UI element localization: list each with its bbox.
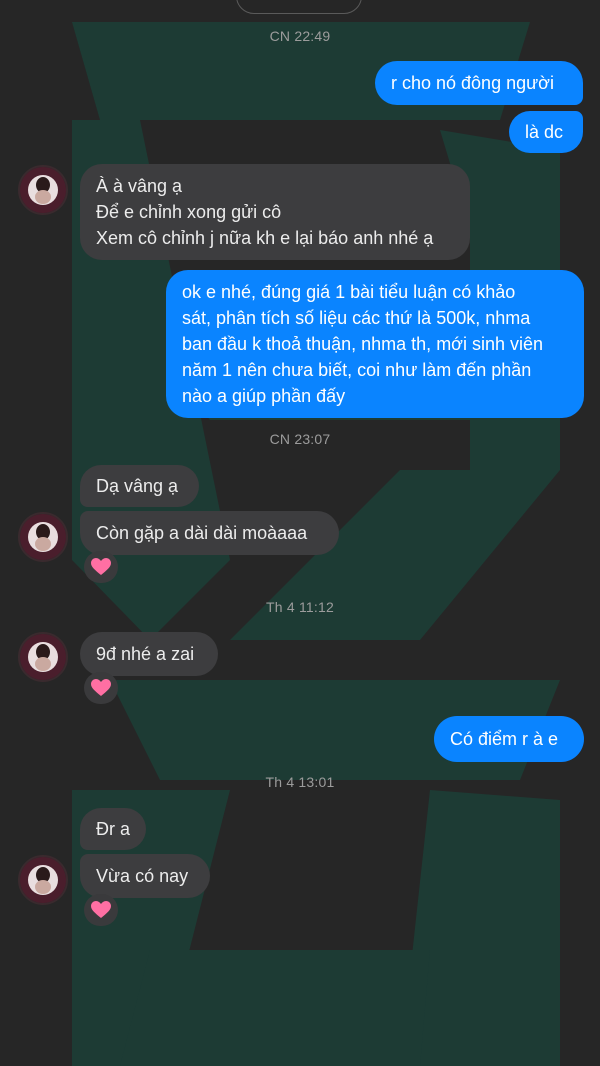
timestamp: Th 4 13:01	[265, 774, 335, 790]
outgoing-message[interactable]: Có điểm r à e	[434, 716, 584, 762]
message-text: r cho nó đông người	[391, 73, 554, 93]
message-text: 9đ nhé a zai	[96, 644, 195, 664]
message-text: Có điểm r à e	[450, 729, 559, 749]
contact-avatar[interactable]	[18, 632, 68, 682]
reaction-badge[interactable]	[84, 551, 118, 583]
incoming-message[interactable]: 9đ nhé a zai	[80, 632, 218, 676]
reaction-badge[interactable]	[84, 894, 118, 926]
heart-icon	[91, 558, 111, 575]
timestamp: CN 22:49	[269, 28, 331, 44]
outgoing-message[interactable]: r cho nó đông người	[375, 61, 583, 105]
message-text: ok e nhé, đúng giá 1 bài tiểu luận có kh…	[182, 282, 516, 302]
message-text: Để e chỉnh xong gửi cô	[96, 202, 282, 222]
message-text: Vừa có nay	[96, 866, 189, 886]
incoming-message[interactable]: Vừa có nay	[80, 854, 210, 898]
heart-icon	[91, 679, 111, 696]
contact-avatar[interactable]	[18, 165, 68, 215]
message-text: À à vâng ạ	[96, 176, 183, 196]
chat-thread[interactable]: CN 22:49 r cho nó đông người là dc À à v…	[0, 0, 600, 1066]
incoming-message[interactable]: À à vâng ạ Để e chỉnh xong gửi cô Xem cô…	[80, 164, 470, 260]
message-text: Xem cô chỉnh j nữa kh e lại báo anh nhé …	[96, 228, 434, 248]
outgoing-message[interactable]: ok e nhé, đúng giá 1 bài tiểu luận có kh…	[166, 270, 584, 418]
message-text: Đr a	[96, 819, 131, 839]
reaction-badge[interactable]	[84, 672, 118, 704]
heart-icon	[91, 901, 111, 918]
outgoing-message[interactable]: là dc	[509, 111, 583, 153]
message-text: năm 1 nên chưa biết, coi như làm đến phầ…	[182, 360, 532, 380]
message-text: Còn gặp a dài dài moàaaa	[96, 523, 308, 543]
load-earlier-pill[interactable]	[236, 0, 362, 14]
message-text: nào a giúp phần đấy	[182, 386, 346, 406]
message-text: là dc	[525, 122, 564, 142]
incoming-message[interactable]: Đr a	[80, 808, 146, 850]
incoming-message[interactable]: Dạ vâng ạ	[80, 465, 199, 507]
message-text: sát, phân tích số liệu các thứ là 500k, …	[182, 308, 531, 328]
message-text: Dạ vâng ạ	[96, 476, 179, 496]
timestamp: CN 23:07	[269, 431, 331, 447]
incoming-message[interactable]: Còn gặp a dài dài moàaaa	[80, 511, 339, 555]
contact-avatar[interactable]	[18, 855, 68, 905]
timestamp: Th 4 11:12	[266, 599, 334, 615]
message-text: ban đầu k thoả thuận, nhma th, mới sinh …	[182, 334, 544, 354]
contact-avatar[interactable]	[18, 512, 68, 562]
